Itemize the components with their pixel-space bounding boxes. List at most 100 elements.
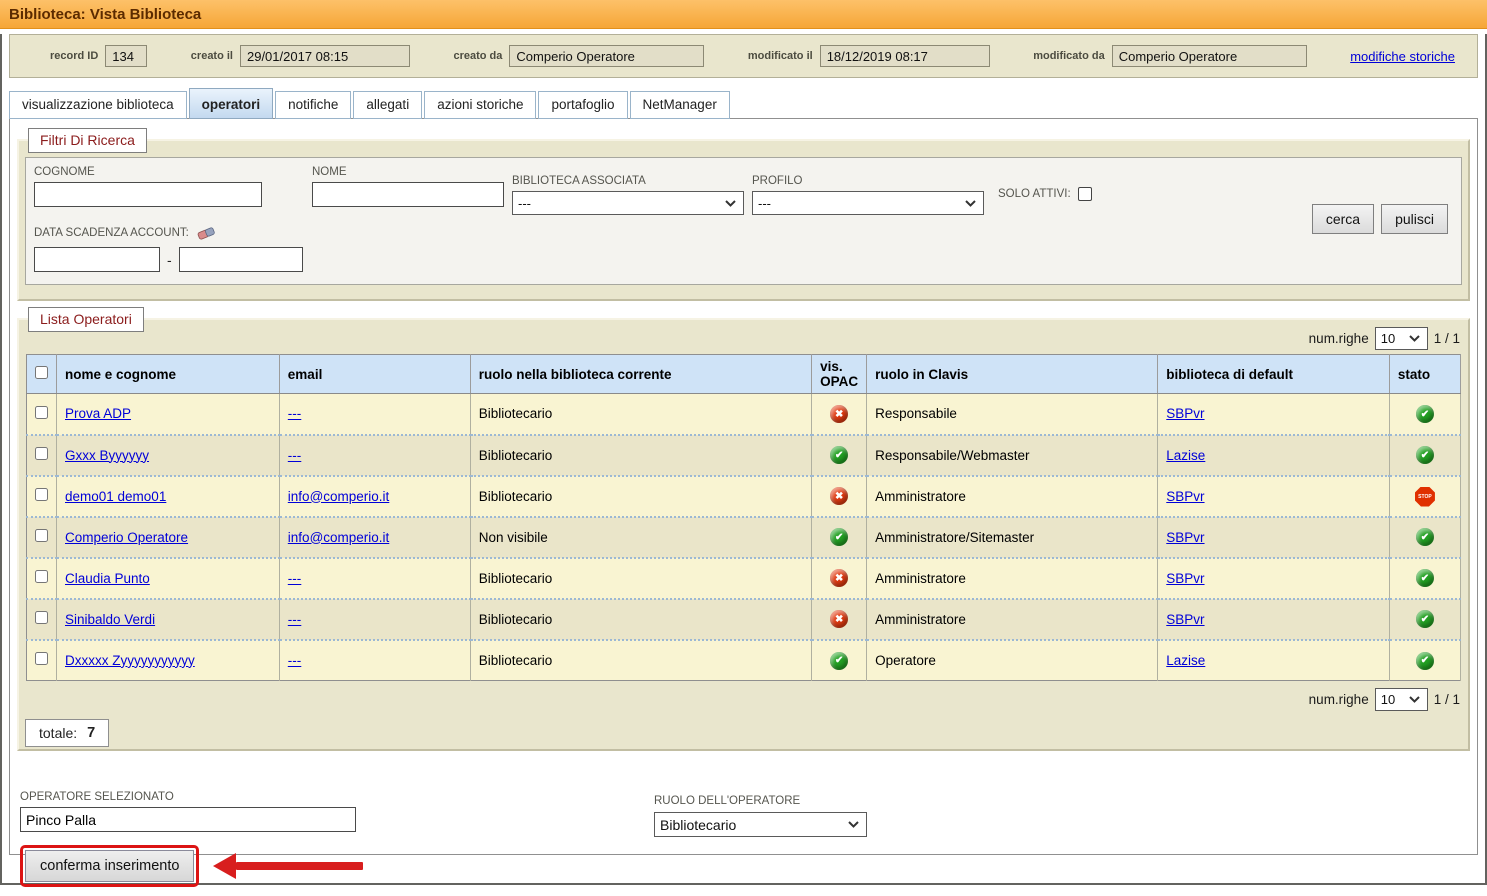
biblioteca-default-link[interactable]: SBPvr [1166,530,1204,545]
operator-name-link[interactable]: Dxxxxx Zyyyyyyyyyyy [65,653,195,668]
operator-email-link[interactable]: --- [288,406,302,421]
stato-cell: ✔ [1389,640,1460,681]
row-checkbox[interactable] [35,652,48,665]
tab-portafoglio[interactable]: portafoglio [538,91,627,119]
biblioteca-default-link[interactable]: SBPvr [1166,489,1204,504]
select-all-checkbox[interactable] [35,366,48,379]
table-header-row: nome e cognome email ruolo nella bibliot… [27,355,1461,394]
row-checkbox[interactable] [35,447,48,460]
operator-name-link[interactable]: Comperio Operatore [65,530,188,545]
record-id-field: record ID 134 [50,45,147,67]
operator-name-link[interactable]: Gxxx Byyyyyy [65,448,149,463]
chevron-down-icon [965,200,976,207]
status-no-icon: ✖ [830,610,848,628]
operator-name-link[interactable]: demo01 demo01 [65,489,166,504]
creato-da-field: creato da Comperio Operatore [453,45,704,67]
num-righe-label: num.righe [1309,692,1369,707]
operator-email-link[interactable]: --- [288,448,302,463]
pulisci-button[interactable]: pulisci [1381,204,1448,234]
operator-email-link[interactable]: info@comperio.it [288,530,390,545]
num-righe-select-bottom[interactable]: 10 [1375,688,1428,711]
tab-operatori[interactable]: operatori [189,88,274,119]
record-id-value: 134 [105,45,147,67]
solo-attivi-checkbox[interactable] [1078,187,1092,201]
ruolo-clavis-cell: Responsabile/Webmaster [867,435,1158,476]
profilo-select[interactable]: --- [752,191,984,215]
operator-name-cell: Dxxxxx Zyyyyyyyyyyy [57,640,280,681]
header-ruolo-clavis: ruolo in Clavis [867,355,1158,394]
page-info: 1 / 1 [1434,692,1460,707]
biblioteca-default-link[interactable]: Lazise [1166,653,1205,668]
tab-bar: visualizzazione biblioteca operatori not… [9,88,1485,118]
modifiche-storiche-link[interactable]: modifiche storiche [1350,49,1455,64]
conferma-inserimento-button[interactable]: conferma inserimento [25,850,194,882]
row-checkbox[interactable] [35,488,48,501]
status-no-icon: ✖ [830,569,848,587]
biblioteca-default-link[interactable]: Lazise [1166,448,1205,463]
operator-email-cell: info@comperio.it [279,476,470,517]
ruolo-operatore-select[interactable]: Bibliotecario [654,812,867,837]
biblioteca-default-link[interactable]: SBPvr [1166,571,1204,586]
biblioteca-default-cell: SBPvr [1158,394,1390,435]
stato-cell: ✔ [1389,517,1460,558]
row-checkbox[interactable] [35,529,48,542]
tab-notifiche[interactable]: notifiche [275,91,351,119]
biblioteca-default-cell: SBPvr [1158,476,1390,517]
operator-email-cell: --- [279,599,470,640]
biblioteca-default-link[interactable]: SBPvr [1166,612,1204,627]
data-scadenza-label: DATA SCADENZA ACCOUNT: [34,227,189,239]
nome-input[interactable] [312,182,504,207]
vis-opac-cell: ✔ [812,640,867,681]
biblioteca-default-cell: SBPvr [1158,558,1390,599]
vis-opac-cell: ✖ [812,599,867,640]
modificato-da-value: Comperio Operatore [1112,45,1307,67]
tab-visualizzazione-biblioteca[interactable]: visualizzazione biblioteca [9,91,187,119]
ruolo-operatore-value: Bibliotecario [660,817,736,833]
modificato-da-field: modificato da Comperio Operatore [1033,45,1307,67]
row-select-cell [27,599,57,640]
operator-email-link[interactable]: --- [288,612,302,627]
operators-table-body: Prova ADP --- Bibliotecario ✖ Responsabi… [27,394,1461,681]
operator-name-link[interactable]: Prova ADP [65,406,131,421]
operator-email-link[interactable]: --- [288,653,302,668]
row-checkbox[interactable] [35,611,48,624]
stato-cell: STOP [1389,476,1460,517]
biblioteca-default-cell: SBPvr [1158,599,1390,640]
status-ok-icon: ✔ [830,652,848,670]
operator-email-link[interactable]: info@comperio.it [288,489,390,504]
biblioteca-associata-select[interactable]: --- [512,191,744,215]
data-scadenza-from-input[interactable] [34,247,160,272]
chevron-down-icon [1409,335,1420,342]
num-righe-select-top[interactable]: 10 [1375,327,1428,350]
status-ok-icon: ✔ [1416,446,1434,464]
tab-allegati[interactable]: allegati [353,91,422,119]
profilo-value: --- [758,196,771,211]
operator-email-link[interactable]: --- [288,571,302,586]
tab-netmanager[interactable]: NetManager [630,91,730,119]
eraser-icon[interactable] [197,226,216,240]
modificato-il-label: modificato il [748,50,813,62]
profilo-label: PROFILO [752,175,984,187]
cognome-input[interactable] [34,182,262,207]
table-row: demo01 demo01 info@comperio.it Bibliotec… [27,476,1461,517]
cognome-label: COGNOME [34,166,262,178]
row-checkbox[interactable] [35,570,48,583]
content-area: Filtri Di Ricerca COGNOME NOME BIBLIOTEC… [9,118,1478,855]
row-checkbox[interactable] [35,406,48,419]
operator-email-cell: --- [279,558,470,599]
biblioteca-default-cell: Lazise [1158,435,1390,476]
creato-da-value: Comperio Operatore [509,45,704,67]
creato-il-label: creato il [191,50,233,62]
operator-name-link[interactable]: Claudia Punto [65,571,150,586]
operatore-selezionato-input[interactable] [20,807,356,832]
biblioteca-default-link[interactable]: SBPvr [1166,406,1204,421]
cerca-button[interactable]: cerca [1312,204,1374,234]
tab-azioni-storiche[interactable]: azioni storiche [424,91,536,119]
operator-name-link[interactable]: Sinibaldo Verdi [65,612,155,627]
data-scadenza-to-input[interactable] [179,247,303,272]
status-ok-icon: ✔ [1416,569,1434,587]
filtri-di-ricerca-fieldset: Filtri Di Ricerca COGNOME NOME BIBLIOTEC… [17,139,1470,301]
insert-operator-form: OPERATORE SELEZIONATO RUOLO DELL'OPERATO… [20,791,1467,896]
operator-email-cell: info@comperio.it [279,517,470,558]
operators-table: nome e cognome email ruolo nella bibliot… [26,354,1461,681]
